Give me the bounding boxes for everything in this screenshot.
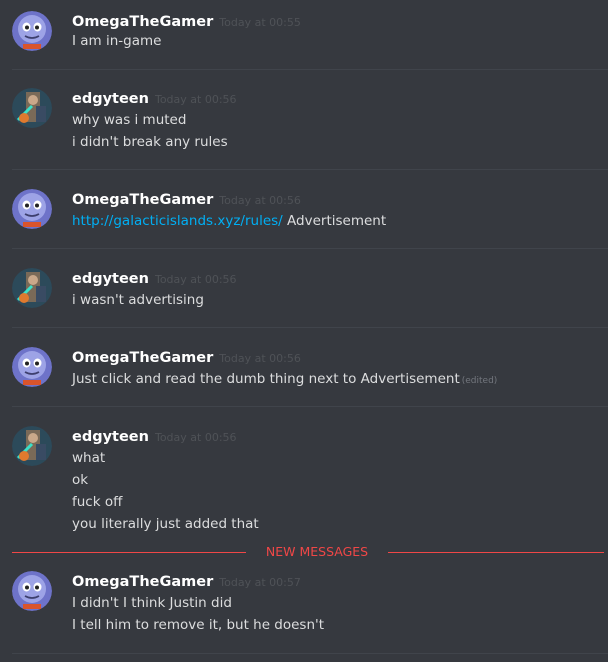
message-text: you literally just added that xyxy=(72,516,259,532)
avatar[interactable] xyxy=(12,426,52,466)
username[interactable]: OmegaTheGamer xyxy=(72,574,213,590)
edgyteen-avatar-icon xyxy=(12,88,52,128)
avatar[interactable] xyxy=(12,571,52,611)
message-divider xyxy=(12,653,608,654)
message-divider xyxy=(12,169,608,170)
avatar[interactable] xyxy=(12,88,52,128)
message-text: I am in-game xyxy=(72,33,162,49)
omega-avatar-icon xyxy=(12,571,52,611)
message-text: I tell him to remove it, but he doesn't xyxy=(72,617,325,633)
omega-avatar-icon xyxy=(12,347,52,387)
timestamp: Today at 00:56 xyxy=(154,431,237,444)
message-text: http://galacticislands.xyz/rules/ Advert… xyxy=(72,211,386,231)
username[interactable]: edgyteen xyxy=(72,91,149,107)
new-messages-label: NEW MESSAGES xyxy=(258,543,376,561)
message-divider xyxy=(12,327,608,328)
message-divider xyxy=(12,69,608,70)
message-text: fuck off xyxy=(72,494,123,510)
username[interactable]: OmegaTheGamer xyxy=(72,350,213,366)
message-text: I didn't I think Justin did xyxy=(72,595,232,611)
message-header: edgyteen Today at 00:56 xyxy=(72,268,237,288)
timestamp: Today at 00:56 xyxy=(154,93,237,106)
avatar[interactable] xyxy=(12,11,52,51)
message-text: Just click and read the dumb thing next … xyxy=(72,369,497,391)
message-text: ok xyxy=(72,472,89,488)
new-messages-rule-right xyxy=(388,552,604,553)
username[interactable]: edgyteen xyxy=(72,429,149,445)
message-text-body: Just click and read the dumb thing next … xyxy=(72,371,460,387)
avatar[interactable] xyxy=(12,189,52,229)
message-header: edgyteen Today at 00:56 xyxy=(72,88,237,108)
timestamp: Today at 00:56 xyxy=(219,352,301,365)
edgyteen-avatar-icon xyxy=(12,268,52,308)
timestamp: Today at 00:56 xyxy=(154,273,237,286)
message-divider xyxy=(12,406,608,407)
message-header: OmegaTheGamer Today at 00:56 xyxy=(72,189,301,209)
avatar[interactable] xyxy=(12,347,52,387)
message-divider xyxy=(12,248,608,249)
username[interactable]: edgyteen xyxy=(72,271,149,287)
timestamp: Today at 00:55 xyxy=(219,16,301,29)
timestamp: Today at 00:57 xyxy=(219,576,301,589)
username[interactable]: OmegaTheGamer xyxy=(72,14,213,30)
edgyteen-avatar-icon xyxy=(12,426,52,466)
chat-log: OmegaTheGamer Today at 00:55 I am in-game… xyxy=(0,0,608,662)
message-text: i didn't break any rules xyxy=(72,134,228,150)
username[interactable]: OmegaTheGamer xyxy=(72,192,213,208)
message-text-suffix: Advertisement xyxy=(282,213,387,229)
message-header: OmegaTheGamer Today at 00:56 xyxy=(72,347,301,367)
omega-avatar-icon xyxy=(12,189,52,229)
message-text: i wasn't advertising xyxy=(72,292,204,308)
rules-link[interactable]: http://galacticislands.xyz/rules/ xyxy=(72,213,283,229)
message-text: what xyxy=(72,450,106,466)
omega-avatar-icon xyxy=(12,11,52,51)
message-header: OmegaTheGamer Today at 00:55 xyxy=(72,11,301,31)
edited-marker: (edited) xyxy=(461,376,498,386)
message-header: edgyteen Today at 00:56 xyxy=(72,426,237,446)
timestamp: Today at 00:56 xyxy=(219,194,301,207)
message-text: why was i muted xyxy=(72,112,187,128)
avatar[interactable] xyxy=(12,268,52,308)
message-header: OmegaTheGamer Today at 00:57 xyxy=(72,571,301,591)
new-messages-rule-left xyxy=(12,552,246,553)
